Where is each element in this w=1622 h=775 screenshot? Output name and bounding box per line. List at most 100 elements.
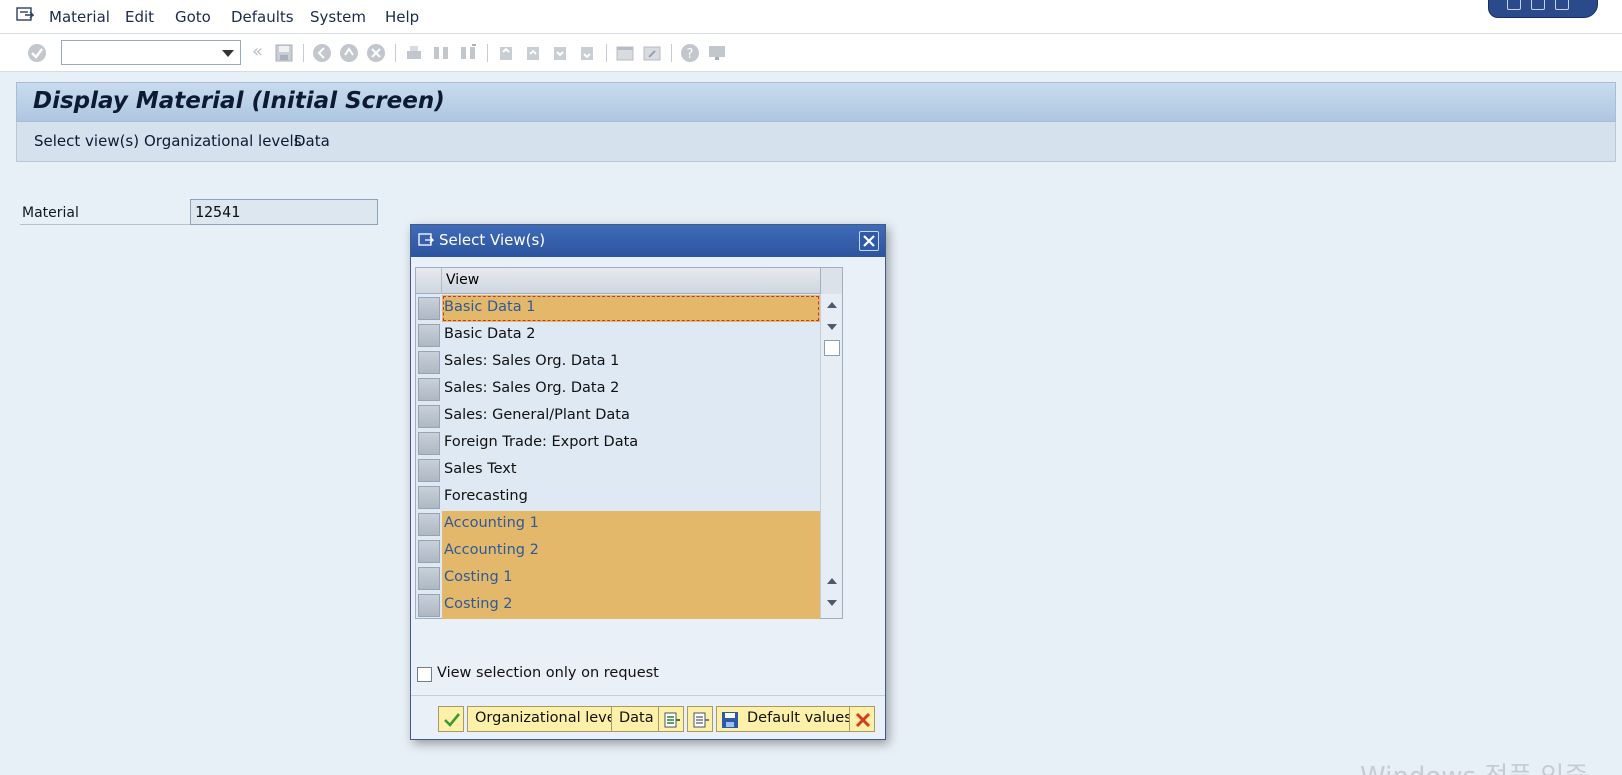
table-row[interactable]: Costing 1 (416, 565, 820, 592)
menu-bar: Material Edit Goto Defaults System Help (0, 0, 1622, 34)
chevron-down-icon[interactable] (222, 50, 234, 57)
scroll-up-icon[interactable] (827, 302, 837, 308)
maximize-icon[interactable] (1531, 0, 1545, 10)
row-selector[interactable] (418, 297, 440, 320)
table-row[interactable]: Accounting 2 (416, 538, 820, 565)
menu-system[interactable]: System (310, 8, 366, 26)
views-table: View Basic Data 1 Basic Data 2 Sales: Sa… (415, 267, 843, 619)
help-icon[interactable]: ? (680, 43, 700, 63)
close-icon[interactable] (859, 231, 879, 251)
command-field[interactable] (61, 40, 241, 65)
select-all-button[interactable] (416, 268, 442, 294)
table-row[interactable]: Forecasting (416, 484, 820, 511)
select-views-button[interactable]: Select view(s) (34, 132, 139, 150)
select-all-views-button[interactable] (658, 706, 684, 732)
screen-title-bar: Display Material (Initial Screen) (16, 82, 1616, 122)
svg-text:?: ? (687, 47, 694, 62)
save-icon[interactable] (274, 43, 294, 63)
dialog-data-button[interactable]: Data (611, 706, 662, 732)
table-row[interactable]: Sales Text (416, 457, 820, 484)
minimize-icon[interactable] (1507, 0, 1521, 10)
vertical-scrollbar[interactable] (820, 294, 842, 618)
table-row[interactable]: Sales: Sales Org. Data 1 (416, 349, 820, 376)
row-selector[interactable] (418, 486, 440, 509)
row-selector[interactable] (418, 459, 440, 482)
checkmark-icon (444, 713, 461, 727)
row-selector[interactable] (418, 594, 440, 617)
row-selector[interactable] (418, 540, 440, 563)
close-window-icon[interactable] (1555, 0, 1569, 10)
menu-goto[interactable]: Goto (175, 8, 211, 26)
activation-watermark: Windows 정품 인증 (1360, 756, 1588, 775)
row-selector[interactable] (418, 324, 440, 347)
collapse-arrows-icon[interactable]: « (252, 41, 263, 62)
toolbar-separator (303, 44, 304, 62)
table-row[interactable]: Basic Data 1 (416, 295, 820, 322)
menu-defaults[interactable]: Defaults (231, 8, 294, 26)
first-page-icon[interactable] (496, 43, 516, 63)
cancel-button[interactable] (849, 706, 875, 732)
back-icon[interactable] (312, 43, 332, 63)
default-values-button[interactable]: Default values (716, 706, 860, 732)
scroll-page-down-icon[interactable] (827, 600, 837, 606)
scroll-down-icon[interactable] (827, 324, 837, 330)
table-row[interactable]: Sales: Sales Org. Data 2 (416, 376, 820, 403)
row-selector[interactable] (418, 432, 440, 455)
standard-toolbar: « ? (0, 34, 1622, 72)
material-input[interactable]: 12541 (190, 199, 378, 225)
select-views-dialog: Select View(s) View Basic Data 1 Basic D… (410, 224, 886, 740)
deselect-all-views-button[interactable] (687, 706, 713, 732)
last-page-icon[interactable] (577, 43, 597, 63)
previous-page-icon[interactable] (523, 43, 543, 63)
organizational-levels-button[interactable]: Organizational levels (144, 132, 302, 150)
view-selection-checkbox[interactable] (417, 667, 432, 682)
dialog-title-bar: Select View(s) (411, 225, 885, 257)
dialog-title: Select View(s) (439, 231, 546, 249)
toolbar-separator (606, 44, 607, 62)
row-selector[interactable] (418, 513, 440, 536)
table-row[interactable]: Costing 2 (416, 592, 820, 619)
find-icon[interactable] (431, 43, 451, 63)
select-all-icon (664, 712, 680, 728)
table-row[interactable]: Accounting 1 (416, 511, 820, 538)
table-row[interactable]: Basic Data 2 (416, 322, 820, 349)
row-selector[interactable] (418, 378, 440, 401)
dialog-footer-divider (411, 695, 885, 696)
page-title: Display Material (Initial Screen) (33, 88, 445, 114)
save-icon (722, 712, 738, 728)
view-selection-label: View selection only on request (437, 665, 659, 681)
cancel-x-icon (855, 712, 871, 728)
shortcut-icon[interactable] (642, 43, 662, 63)
menu-edit[interactable]: Edit (125, 8, 154, 26)
customize-layout-icon[interactable] (707, 43, 727, 63)
dialog-menu-icon[interactable] (418, 233, 434, 248)
new-session-icon[interactable] (615, 43, 635, 63)
row-selector[interactable] (418, 567, 440, 590)
data-button[interactable]: Data (294, 132, 330, 150)
print-icon[interactable] (404, 43, 424, 63)
row-selector[interactable] (418, 405, 440, 428)
window-controls (1488, 0, 1598, 18)
material-label: Material (22, 205, 79, 221)
find-next-icon[interactable] (458, 43, 478, 63)
system-menu-icon[interactable] (16, 7, 34, 23)
cancel-icon[interactable] (366, 43, 386, 63)
next-page-icon[interactable] (550, 43, 570, 63)
exit-icon[interactable] (339, 43, 359, 63)
scroll-page-up-icon[interactable] (827, 578, 837, 584)
menu-material[interactable]: Material (49, 8, 110, 26)
enter-check-icon[interactable] (27, 43, 47, 63)
deselect-all-icon (693, 712, 709, 728)
scroll-thumb[interactable] (824, 340, 840, 356)
toolbar-separator (671, 44, 672, 62)
row-selector[interactable] (418, 351, 440, 374)
table-header: View (416, 268, 842, 294)
column-settings-icon[interactable] (820, 268, 842, 294)
application-toolbar: Select view(s) Organizational levels Dat… (16, 122, 1616, 162)
table-row[interactable]: Foreign Trade: Export Data (416, 430, 820, 457)
column-header-view: View (446, 272, 480, 288)
continue-button[interactable] (438, 706, 464, 732)
toolbar-separator (487, 44, 488, 62)
table-row[interactable]: Sales: General/Plant Data (416, 403, 820, 430)
menu-help[interactable]: Help (385, 8, 419, 26)
